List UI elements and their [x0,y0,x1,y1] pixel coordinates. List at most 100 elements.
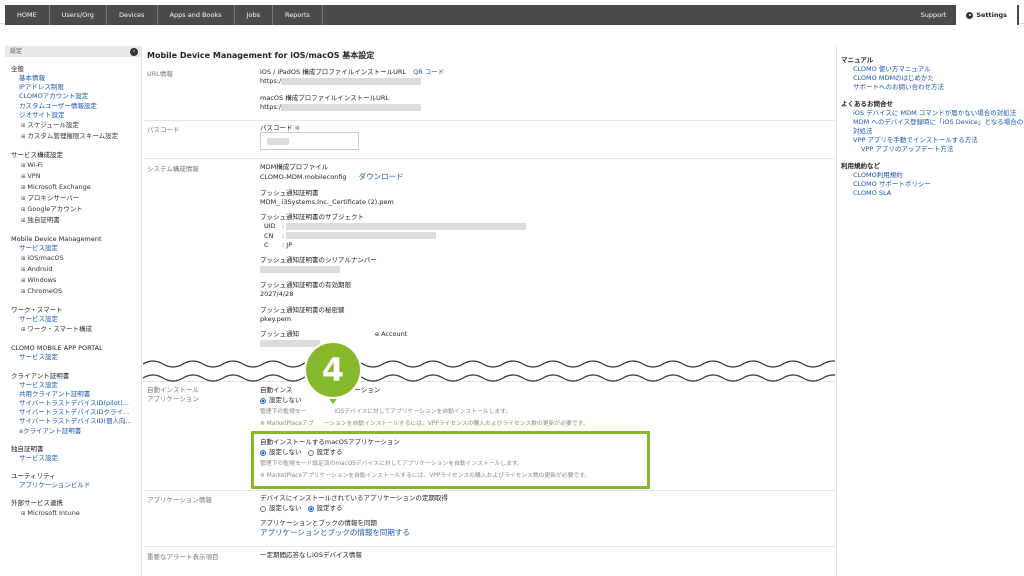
cn-label: CN [264,231,274,240]
sidebar-link[interactable]: カスタムユーザー情報設定 [11,102,141,111]
sidebar-link[interactable]: サービス設定 [11,381,141,390]
nav-support[interactable]: Support [911,5,957,25]
mac-url-title: macOS 構成プロファイルインストールURL [260,94,389,102]
sidebar-link[interactable]: サイバートラストデバイスID(pilot)... [11,399,141,408]
passcode-title: パスコード [260,124,293,132]
mac-url-value: https:/ [260,103,282,111]
sidebar-header-label: 設定 [10,48,23,55]
top-bar: HOME Users/Org Devices Apps and Books Jo… [0,0,1024,25]
nav-jobs[interactable]: Jobs [235,5,273,25]
sidebar-group: サービス構成設定Wi-FiVPNMicrosoft Exchangeプロキシサー… [11,151,141,226]
manual-link[interactable]: サポートへのお問い合わせ方法 [841,83,1024,92]
required-mark: ※ [294,124,301,132]
main-content: Mobile Device Management for iOS/macOS 基… [143,46,835,576]
gear-icon [966,11,974,19]
push-subject-title: プッシュ通知証明書のサブジェクト [260,213,364,222]
faq-sub-link[interactable]: VPP アプリのアップデート方法 [841,145,1024,154]
sidebar-sub-item[interactable]: カスタム管理権限スキーム設定 [11,131,141,142]
push-key-title: プッシュ通知証明書の秘密鍵 [260,305,345,314]
auto-install-label-2: アプリケーション [147,395,199,403]
sidebar-group-title: 独自証明書 [11,444,44,453]
terms-title: 利用規約など [841,162,880,170]
sidebar-sub-item[interactable]: スケジュール設定 [11,120,141,131]
separator [143,546,835,547]
faq-link[interactable]: MDM へのデバイス登録時に「iOS Device」となる場合の対処法 [841,118,1024,136]
sidebar-group: 全般 基本情報 IPアドレス制限 CLOMOアカウント設定 カスタムユーザー情報設定 ジオ… [11,65,141,142]
sidebar-sub-item[interactable]: Windows [11,275,141,286]
sidebar-sub-item[interactable]: iOS/macOS [11,253,141,264]
download-link[interactable]: ダウンロード [359,172,404,181]
separator [143,490,835,491]
c-value: JP [286,241,293,250]
serial-redacted [260,266,340,274]
sidebar-group-title: Mobile Device Management [11,235,102,244]
sidebar-sub-item[interactable]: Wi-Fi [11,160,141,171]
qr-code-link[interactable]: QR コード [413,68,444,76]
sidebar-link[interactable]: 共用クライアント証明書 [11,390,141,399]
sidebar-link[interactable]: サイバートラストデバイスID(個人向... [11,417,141,426]
sidebar-link[interactable]: サービス設定 [11,315,141,324]
passcode-label: パスコード [147,126,180,134]
sync-title: アプリケーションとブックの情報を同期 [260,518,377,527]
nav-home[interactable]: HOME [5,5,50,25]
collapse-chevron-icon[interactable]: ‹ [130,47,138,56]
sidebar-group: 外部サービス連携Microsoft Intune [11,499,141,519]
faq-group: よくあるお問合せ iOS デバイスに MDM コマンドが届かない場合の対処法 M… [841,100,1024,154]
system-info-section: MDM構成プロファイル CLOMO-MDM.mobileconfig ダウンロー… [260,163,527,349]
sidebar-link[interactable]: アプリケーションビルド [11,481,141,490]
sidebar-sub-item[interactable]: Googleアカウント [11,204,141,215]
terms-link[interactable]: CLOMO SLA [841,189,1024,198]
auto-ios-not-set-radio[interactable] [260,397,266,404]
sidebar-sub-item[interactable]: Android [11,264,141,275]
sync-link[interactable]: アプリケーションとブックの情報を同期する [260,528,448,537]
sidebar-link[interactable]: サービス設定 [11,244,141,253]
sidebar-sub-item[interactable]: VPN [11,171,141,182]
sidebar-link[interactable]: ジオサイト設定 [11,111,141,120]
periodic-not-set-radio[interactable] [260,505,266,512]
faq-link[interactable]: VPP アプリを手動でインストールする方法 [841,136,1024,145]
push-key-value: pkey.pem [260,314,292,323]
account-redacted [260,339,320,347]
sidebar-sub-item[interactable]: ChromeOS [11,286,141,297]
periodic-set-radio[interactable] [307,505,314,512]
sidebar-sub-item[interactable]: プロキシサーバー [11,193,141,204]
faq-title: よくあるお問合せ [841,100,893,108]
terms-link[interactable]: CLOMO利用規約 [841,171,1024,180]
terms-link[interactable]: CLOMO サポートポリシー [841,180,1024,189]
auto-ios-note2-b: ーションを自動インストールするには、VPPライセンスの購入およびライセンス数の更… [323,420,589,427]
sidebar-sub-item[interactable]: Microsoft Exchange [11,182,141,193]
ios-url-redacted [281,77,422,85]
sidebar-link[interactable]: 基本情報 [11,74,141,83]
auto-ios-section: 自動インス ーション 設定しない 管理下の監視モー iOSデバイスに対してアプリケー… [260,386,589,429]
nav-devices[interactable]: Devices [107,5,158,25]
sidebar-link[interactable]: aクライアント証明書 [11,427,141,436]
push-account-title-a: プッシュ通知 [260,330,299,339]
alert-label: 重要なアラート表示項目 [147,553,219,561]
sidebar-link[interactable]: サービス設定 [11,353,141,362]
sidebar-sub-item[interactable]: Microsoft Intune [11,508,141,519]
nav-settings[interactable]: Settings [956,5,1017,25]
c-label: C [264,241,269,250]
push-cert-title: プッシュ通知証明書 [260,188,319,197]
passcode-input[interactable] [260,132,359,150]
nav-reports[interactable]: Reports [273,5,323,25]
uid-label: UID [264,222,276,231]
sidebar-group-title: サービス構成設定 [11,151,63,160]
ios-url-value: https:/ [260,77,282,85]
sidebar-sub-item[interactable]: 独自証明書 [11,215,141,226]
manual-group: マニュアル CLOMO 使い方マニュアル CLOMO MDMのはじめかた サポー… [841,56,1024,92]
nav-users-org[interactable]: Users/Org [50,5,107,25]
push-expiry-title: プッシュ通知証明書の有効期限 [260,280,351,289]
sidebar-body: 全般 基本情報 IPアドレス制限 CLOMOアカウント設定 カスタムユーザー情報設定 ジオ… [5,57,141,519]
push-cert-file: MDM_ i3Systems,Inc._Certificate (2).pem [260,197,394,206]
auto-ios-note2-a: ※ MarketPlaceアプ [260,420,314,427]
sidebar-sub-item[interactable]: ワーク・スマート構成 [11,324,141,335]
mdm-profile-title: MDM構成プロファイル [260,163,329,171]
colon: : [282,222,285,231]
manual-link[interactable]: CLOMO MDMのはじめかた [841,74,1024,83]
nav-apps-and-books[interactable]: Apps and Books [158,5,235,25]
faq-link[interactable]: iOS デバイスに MDM コマンドが届かない場合の対処法 [841,109,1024,118]
manual-link[interactable]: CLOMO 使い方マニュアル [841,65,1024,74]
sidebar-link[interactable]: サービス設定 [11,454,141,463]
sidebar-link[interactable]: CLOMOアカウント設定 [11,92,141,101]
